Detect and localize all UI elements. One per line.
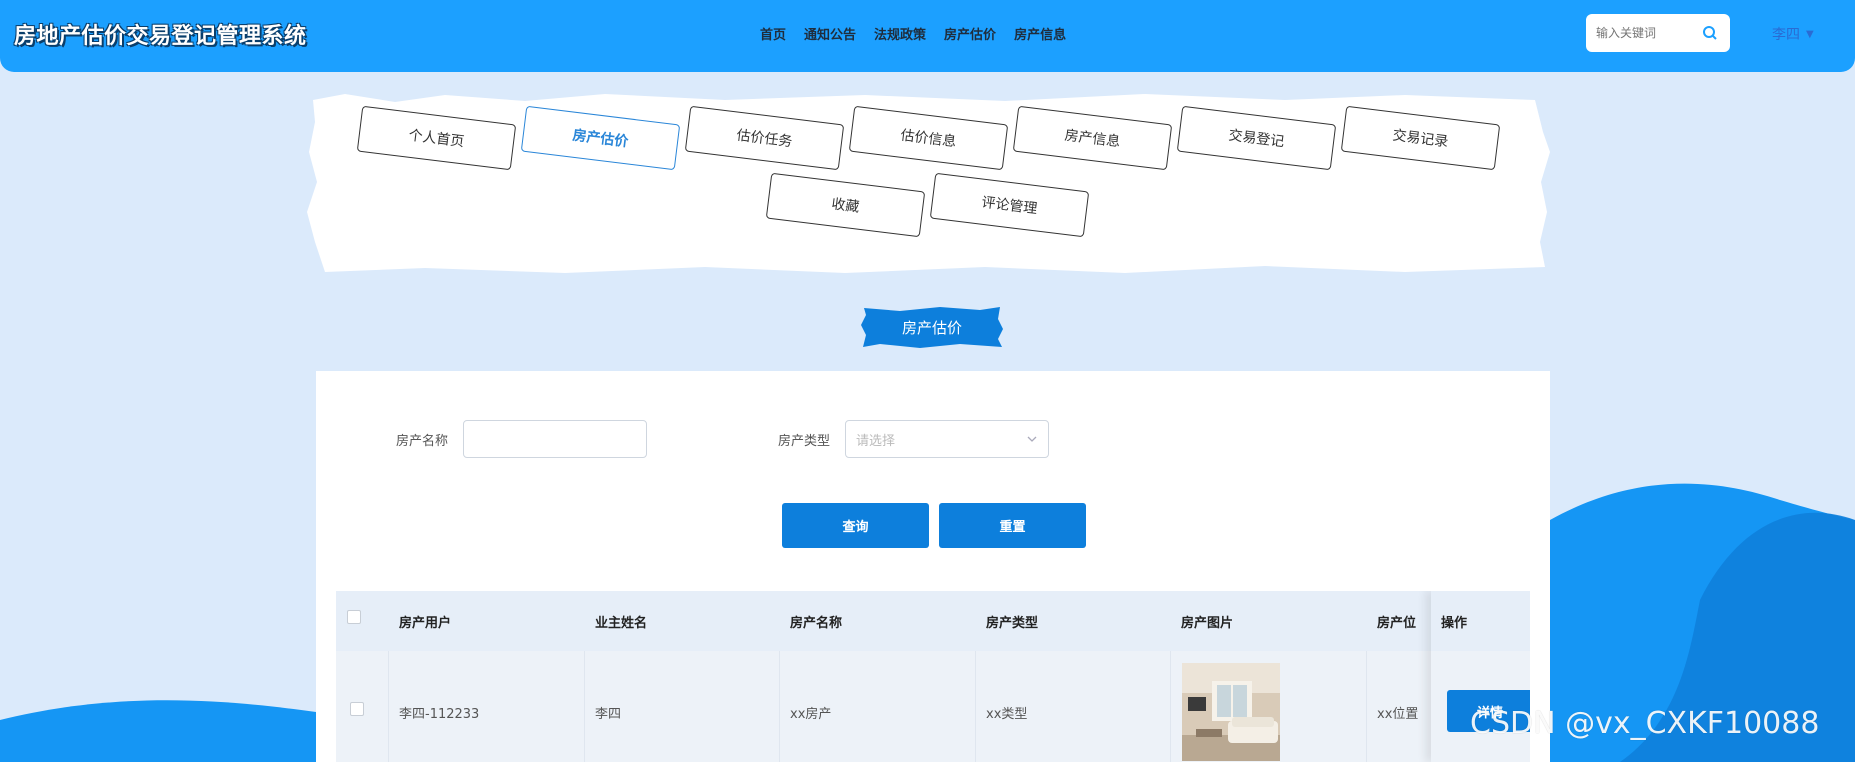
reset-button[interactable]: 重置 xyxy=(939,503,1086,548)
ops-header: 操作 xyxy=(1431,591,1530,651)
top-nav: 首页 通知公告 法规政策 房产估价 房产信息 xyxy=(760,24,1066,43)
table-row[interactable]: 李四-112233 李四 xx房产 xx类型 xx位置 xyxy=(336,651,1530,762)
property-type-select[interactable]: 请选择 xyxy=(845,420,1049,458)
header-search xyxy=(1586,14,1730,52)
nav-home[interactable]: 首页 xyxy=(760,24,786,43)
nav-notice[interactable]: 通知公告 xyxy=(804,24,856,43)
property-name-input[interactable] xyxy=(463,420,647,458)
nav-appraisal[interactable]: 房产估价 xyxy=(944,24,996,43)
chevron-down-icon xyxy=(1027,436,1037,442)
column-divider xyxy=(779,651,780,762)
cell-owner: 李四 xyxy=(595,707,622,722)
cell-type: xx类型 xyxy=(986,707,1028,722)
column-divider xyxy=(1170,651,1171,762)
nav-policy[interactable]: 法规政策 xyxy=(874,24,926,43)
search-icon[interactable] xyxy=(1702,25,1718,41)
user-menu[interactable]: 李四 ▼ xyxy=(1772,24,1814,44)
type-label: 房产类型 xyxy=(778,434,831,449)
type-placeholder: 请选择 xyxy=(856,433,896,449)
header-image: 房产图片 xyxy=(1181,616,1234,631)
column-divider xyxy=(388,651,389,762)
header-type: 房产类型 xyxy=(986,616,1039,631)
table-header: 房产用户 业主姓名 房产名称 房产类型 房产图片 房产位 xyxy=(336,591,1530,651)
property-table: 房产用户 业主姓名 房产名称 房产类型 房产图片 房产位 李四-112233 李… xyxy=(336,591,1530,762)
main-card: 房产名称 房产类型 请选择 查询 重置 房产用户 业主姓名 房产名称 房产类型 … xyxy=(316,371,1550,762)
header-name: 房产名称 xyxy=(790,616,843,631)
column-divider xyxy=(1366,651,1367,762)
section-title: 房产估价 xyxy=(860,305,1004,349)
watermark: CSDN @vx_CXKF10088 xyxy=(1470,706,1820,741)
cell-user: 李四-112233 xyxy=(399,707,480,722)
user-name: 李四 xyxy=(1772,27,1800,43)
cell-location: xx位置 xyxy=(1377,707,1419,722)
header-owner: 业主姓名 xyxy=(595,616,648,631)
house-photo-icon[interactable] xyxy=(1182,663,1280,761)
category-panel: 个人首页 房产估价 估价任务 估价信息 房产信息 交易登记 交易记录 收藏 评论… xyxy=(305,92,1550,274)
header-operations: 操作 xyxy=(1441,616,1468,631)
query-button[interactable]: 查询 xyxy=(782,503,929,548)
section-title-text: 房产估价 xyxy=(901,318,962,337)
search-input[interactable] xyxy=(1594,25,1698,41)
column-divider xyxy=(975,651,976,762)
header-user: 房产用户 xyxy=(399,616,452,631)
nav-property-info[interactable]: 房产信息 xyxy=(1014,24,1066,43)
name-label: 房产名称 xyxy=(396,434,449,449)
site-title: 房地产估价交易登记管理系统 xyxy=(14,24,307,49)
header-location: 房产位 xyxy=(1377,616,1417,631)
row-checkbox[interactable] xyxy=(350,702,364,716)
chevron-down-icon: ▼ xyxy=(1806,28,1814,40)
select-all-checkbox[interactable] xyxy=(347,610,361,624)
top-header: 房地产估价交易登记管理系统 首页 通知公告 法规政策 房产估价 房产信息 李四 … xyxy=(0,0,1855,72)
cell-name: xx房产 xyxy=(790,707,832,722)
column-divider xyxy=(584,651,585,762)
